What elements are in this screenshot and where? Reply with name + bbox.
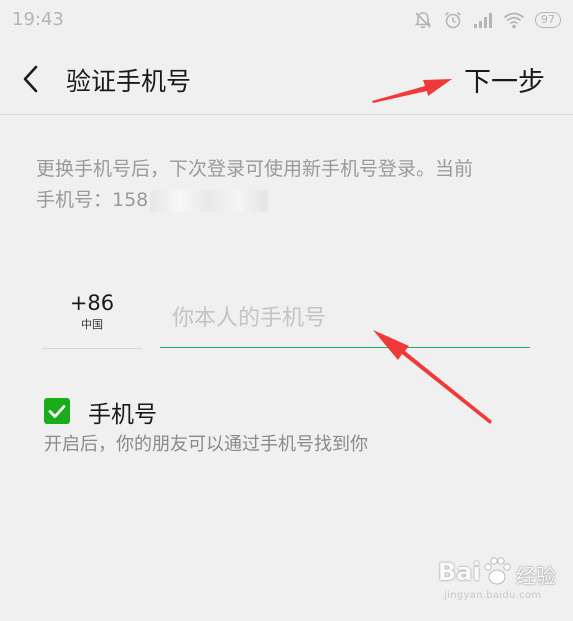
watermark-url: jingyan.baidu.com <box>444 590 542 601</box>
status-time: 19:43 <box>12 9 64 30</box>
watermark-cn: 经验 <box>516 564 556 588</box>
paw-icon <box>484 557 511 585</box>
discover-by-phone-label: 手机号 <box>88 402 157 428</box>
baidu-jingyan-watermark: Bai 经验 jingyan.baidu.com <box>438 552 566 610</box>
next-step-button[interactable]: 下一步 <box>464 60 545 99</box>
current-phone-description: 更换手机号后，下次登录可使用新手机号登录。当前 手机号：158 <box>36 154 546 216</box>
current-phone-prefix: 手机号：158 <box>36 189 149 211</box>
mute-bell-icon <box>414 12 432 29</box>
battery-icon: 97 <box>535 12 561 28</box>
signal-icon <box>474 13 492 28</box>
country-code: +86 <box>69 291 115 315</box>
description-line-2: 手机号：158 <box>36 185 546 216</box>
country-code-selector[interactable]: +86 中国 <box>42 290 142 349</box>
page-title: 验证手机号 <box>66 67 192 96</box>
checkmark-icon <box>48 405 66 418</box>
discover-by-phone-checkbox[interactable] <box>44 398 70 424</box>
alarm-icon <box>444 11 462 29</box>
redacted-phone-mask <box>150 189 269 212</box>
toolbar: 验证手机号 下一步 <box>0 40 573 115</box>
watermark-brand: Bai <box>438 558 481 586</box>
discover-by-phone-hint: 开启后，你的朋友可以通过手机号找到你 <box>44 434 368 455</box>
status-icons: 97 <box>413 9 561 31</box>
phone-number-input[interactable] <box>160 290 530 348</box>
status-bar: 19:43 97 <box>0 0 573 40</box>
wifi-icon <box>503 12 525 29</box>
chevron-left-icon[interactable] <box>18 64 44 94</box>
country-name: 中国 <box>81 318 103 331</box>
description-line-1: 更换手机号后，下次登录可使用新手机号登录。当前 <box>36 158 474 180</box>
